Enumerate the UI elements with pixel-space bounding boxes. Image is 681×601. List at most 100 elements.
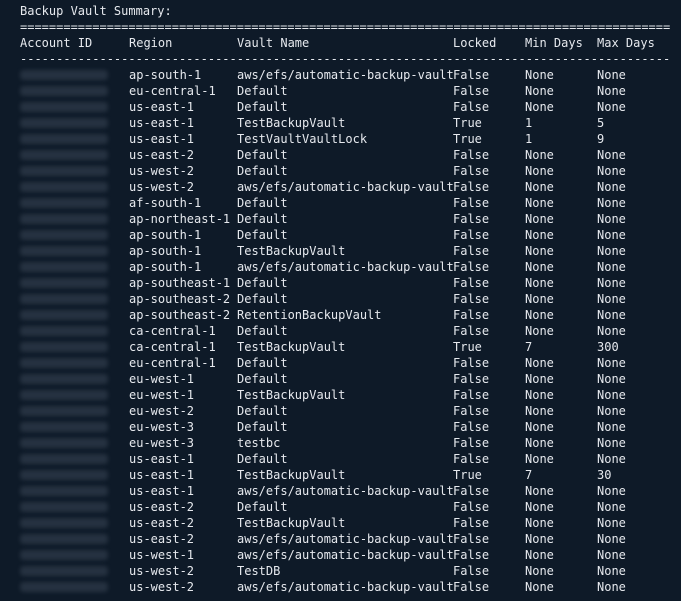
row-max-days: None [597, 372, 626, 386]
row-max-days: None [597, 436, 626, 450]
row-vault-name: Default [237, 420, 288, 434]
row-locked: False [453, 164, 490, 178]
row-max-days: 300 [597, 340, 619, 354]
row-min-days: 1 [525, 116, 533, 130]
row-min-days: None [525, 500, 554, 514]
table-row: us-west-2 aws/efs/automatic-backup-vault F… [20, 179, 681, 195]
table-row: ap-south-1 TestBackupVault False None None [20, 243, 681, 259]
table-body: ap-south-1 aws/efs/automatic-backup-vault… [20, 67, 681, 595]
table-row: us-east-2 Default False None None [20, 499, 681, 515]
row-locked: False [453, 148, 490, 162]
row-vault-name: aws/efs/automatic-backup-vault [237, 580, 454, 594]
row-max-days: None [597, 212, 626, 226]
row-min-days: None [525, 548, 554, 562]
row-vault-name: testbc [237, 436, 281, 450]
row-region: ap-south-1 [129, 228, 202, 242]
table-row: eu-west-2 Default False None None [20, 403, 681, 419]
row-max-days: None [597, 228, 626, 242]
row-region: ap-southeast-1 [129, 276, 231, 290]
table-row: eu-west-3 Default False None None [20, 419, 681, 435]
row-vault-name: Default [237, 84, 288, 98]
row-vault-name: Default [237, 164, 288, 178]
redacted-account-id [20, 582, 108, 592]
row-min-days: None [525, 324, 554, 338]
separator-top: ========================================… [20, 20, 670, 34]
row-min-days: None [525, 452, 554, 466]
row-vault-name: aws/efs/automatic-backup-vault [237, 68, 454, 82]
row-vault-name: TestDB [237, 564, 281, 578]
row-region: eu-west-3 [129, 436, 195, 450]
table-row: us-east-1 Default False None None [20, 451, 681, 467]
row-region: ap-southeast-2 [129, 292, 231, 306]
row-max-days: None [597, 532, 626, 546]
row-min-days: None [525, 276, 554, 290]
row-min-days: None [525, 100, 554, 114]
redacted-account-id [20, 550, 108, 560]
row-region: us-west-2 [129, 180, 195, 194]
row-locked: False [453, 452, 490, 466]
row-max-days: None [597, 292, 626, 306]
row-max-days: None [597, 516, 626, 530]
row-region: us-east-2 [129, 516, 195, 530]
table-row: us-east-1 TestVaultVaultLock True 1 9 [20, 131, 681, 147]
redacted-account-id [20, 342, 108, 352]
table-row: ap-northeast-1 Default False None None [20, 211, 681, 227]
row-locked: False [453, 308, 490, 322]
row-max-days: None [597, 420, 626, 434]
row-vault-name: Default [237, 500, 288, 514]
table-row: us-west-1 aws/efs/automatic-backup-vault F… [20, 547, 681, 563]
row-locked: False [453, 84, 490, 98]
row-min-days: None [525, 580, 554, 594]
row-min-days: None [525, 516, 554, 530]
row-min-days: None [525, 532, 554, 546]
redacted-account-id [20, 294, 108, 304]
row-vault-name: Default [237, 100, 288, 114]
row-region: eu-central-1 [129, 356, 216, 370]
table-row: ap-southeast-1 Default False None None [20, 275, 681, 291]
row-vault-name: aws/efs/automatic-backup-vault [237, 548, 454, 562]
row-max-days: None [597, 404, 626, 418]
row-vault-name: TestBackupVault [237, 516, 346, 530]
table-row: ca-central-1 TestBackupVault True 7 300 [20, 339, 681, 355]
redacted-account-id [20, 390, 108, 400]
row-max-days: 30 [597, 468, 612, 482]
row-locked: False [453, 516, 490, 530]
table-row: us-west-2 Default False None None [20, 163, 681, 179]
row-region: af-south-1 [129, 196, 202, 210]
table-row: eu-central-1 Default False None None [20, 83, 681, 99]
redacted-account-id [20, 326, 108, 336]
row-locked: False [453, 276, 490, 290]
row-locked: False [453, 324, 490, 338]
table-row: ca-central-1 Default False None None [20, 323, 681, 339]
row-locked: False [453, 228, 490, 242]
header-account-id: Account ID [20, 36, 93, 50]
header-region: Region [129, 36, 173, 50]
redacted-account-id [20, 70, 108, 80]
table-row: us-east-1 TestBackupVault True 7 30 [20, 467, 681, 483]
row-max-days: None [597, 580, 626, 594]
row-min-days: 7 [525, 340, 533, 354]
table-row: us-west-2 TestDB False None None [20, 563, 681, 579]
row-locked: False [453, 548, 490, 562]
row-min-days: None [525, 228, 554, 242]
row-max-days: None [597, 500, 626, 514]
row-locked: False [453, 564, 490, 578]
row-vault-name: Default [237, 292, 288, 306]
table-row: us-east-1 TestBackupVault True 1 5 [20, 115, 681, 131]
row-max-days: None [597, 388, 626, 402]
row-locked: False [453, 260, 490, 274]
row-vault-name: aws/efs/automatic-backup-vault [237, 532, 454, 546]
row-region: us-east-1 [129, 468, 195, 482]
redacted-account-id [20, 262, 108, 272]
row-max-days: None [597, 84, 626, 98]
row-max-days: None [597, 100, 626, 114]
row-min-days: None [525, 564, 554, 578]
row-locked: False [453, 500, 490, 514]
row-vault-name: Default [237, 356, 288, 370]
redacted-account-id [20, 406, 108, 416]
redacted-account-id [20, 374, 108, 384]
redacted-account-id [20, 102, 108, 112]
row-locked: False [453, 532, 490, 546]
redacted-account-id [20, 182, 108, 192]
row-max-days: 9 [597, 132, 605, 146]
